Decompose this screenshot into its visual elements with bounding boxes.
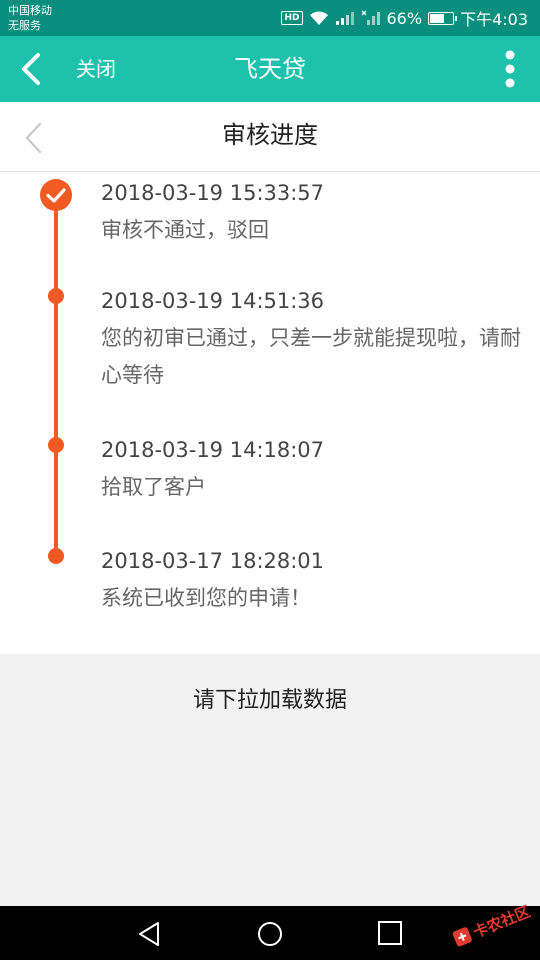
- status-icons: HD 66% 下午4:03: [281, 0, 528, 36]
- wifi-icon: [309, 11, 328, 25]
- carrier-name: 中国移动: [8, 4, 52, 17]
- timeline-message: 审核不通过，驳回: [101, 218, 269, 242]
- signal-icon: [335, 12, 354, 25]
- review-timeline: 2018-03-19 15:33:57 审核不通过，驳回 2018-03-19 …: [0, 172, 540, 654]
- timeline-time: 2018-03-17 18:28:01: [101, 549, 325, 573]
- nav-home-icon[interactable]: [256, 920, 284, 948]
- timeline-item: 2018-03-19 14:18:07 拾取了客户: [101, 432, 530, 506]
- timeline-message: 您的初审已通过，只差一步就能提现啦，请耐心等待: [101, 326, 521, 387]
- app-bar: 关闭 飞天贷: [0, 36, 540, 102]
- timeline-dot: [48, 288, 64, 304]
- timeline-dot: [48, 548, 64, 564]
- timeline-item: 2018-03-19 14:51:36 您的初审已通过，只差一步就能提现啦，请耐…: [101, 283, 530, 394]
- sub-header: 审核进度: [0, 102, 540, 172]
- page-title: 审核进度: [222, 121, 318, 149]
- app-title: 飞天贷: [234, 55, 306, 83]
- service-status: 无服务: [8, 19, 41, 32]
- status-bar: 中国移动 无服务 HD 66% 下午4:03: [0, 0, 540, 36]
- timeline-message: 系统已收到您的申请！: [101, 586, 311, 610]
- check-circle-icon: [40, 179, 72, 211]
- clock: 下午4:03: [460, 10, 528, 29]
- timeline-time: 2018-03-19 15:33:57: [101, 181, 325, 205]
- no-signal-icon: [361, 10, 380, 25]
- timeline-item: 2018-03-17 18:28:01 系统已收到您的申请！: [101, 543, 530, 617]
- battery-percent: 66%: [386, 8, 423, 28]
- system-nav-bar: 卡农社区: [0, 902, 540, 960]
- carrier-info: 中国移动 无服务: [8, 3, 52, 33]
- nav-back-icon[interactable]: [136, 920, 164, 948]
- timeline-item: 2018-03-19 15:33:57 审核不通过，驳回: [101, 175, 530, 249]
- watermark-text: 卡农社区: [470, 901, 533, 942]
- battery-icon: [428, 11, 458, 25]
- nav-recent-apps-icon[interactable]: [377, 920, 403, 946]
- timeline-message: 拾取了客户: [101, 475, 206, 499]
- timeline-dot: [48, 437, 64, 453]
- timeline-line: [54, 194, 58, 556]
- pull-to-load-area[interactable]: 请下拉加载数据: [0, 654, 540, 906]
- more-options-icon[interactable]: [502, 49, 518, 89]
- timeline-time: 2018-03-19 14:18:07: [101, 438, 325, 462]
- pull-to-load-text: 请下拉加载数据: [192, 688, 347, 713]
- battery-level: [430, 13, 444, 23]
- hd-icon: HD: [281, 11, 303, 25]
- timeline-time: 2018-03-19 14:51:36: [101, 289, 325, 313]
- watermark-icon: [452, 927, 472, 947]
